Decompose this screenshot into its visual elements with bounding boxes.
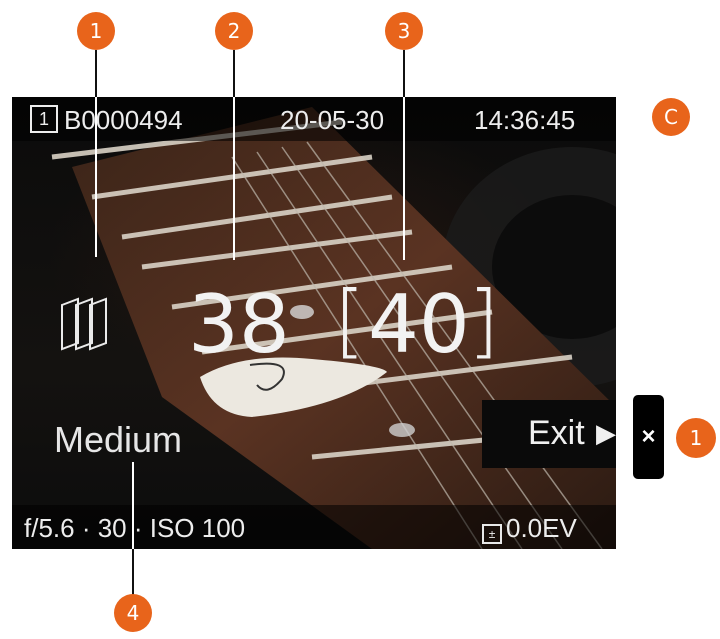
close-icon: × (641, 423, 656, 450)
exposure-compensation: ±0.0EV (482, 513, 577, 544)
continuous-shooting-icon (61, 297, 107, 351)
memory-card-slot-icon: 1 (30, 105, 58, 133)
callout-exit-1: 1 (676, 418, 716, 458)
leader-line-4 (132, 462, 134, 549)
leader-line-1-top (95, 50, 97, 97)
status-bar-bottom: f/5.6 · 30 · ISO 100 ±0.0EV (12, 505, 616, 549)
shots-count: 38 (188, 278, 290, 371)
bracket-right: ] (468, 274, 500, 367)
exit-arrow-icon: ▶ (596, 418, 616, 448)
leader-line-2 (233, 97, 235, 260)
date-display: 20-05-30 (280, 105, 385, 135)
burst-speed-label: Medium (54, 419, 183, 460)
callout-4: 4 (114, 594, 152, 632)
leader-line-3-top (403, 50, 405, 97)
leader-line-2-top (233, 50, 235, 97)
remaining-shots: 40 (368, 278, 470, 371)
close-button[interactable]: × (633, 395, 664, 479)
time-display: 14:36:45 (474, 105, 576, 135)
callout-3: 3 (385, 12, 423, 50)
exposure-settings: f/5.6 · 30 · ISO 100 (24, 513, 246, 543)
exit-label: Exit (528, 414, 585, 452)
callout-1: 1 (77, 12, 115, 50)
callout-2: 2 (215, 12, 253, 50)
camera-screen: 1 B0000494 20-05-30 14:36:45 38 [ 40 ] M… (12, 97, 616, 549)
leader-line-3 (403, 97, 405, 260)
leader-line-1 (95, 97, 97, 257)
bracket-left: [ (334, 274, 366, 367)
exposure-compensation-icon: ± (482, 524, 502, 544)
file-number: B0000494 (64, 105, 183, 135)
exit-button[interactable]: Exit ▶ (482, 400, 616, 468)
callout-c: C (652, 98, 690, 136)
status-bar-top: 1 B0000494 20-05-30 14:36:45 (12, 97, 616, 141)
ev-value: 0.0EV (506, 513, 577, 543)
leader-line-4-bottom (132, 549, 134, 595)
